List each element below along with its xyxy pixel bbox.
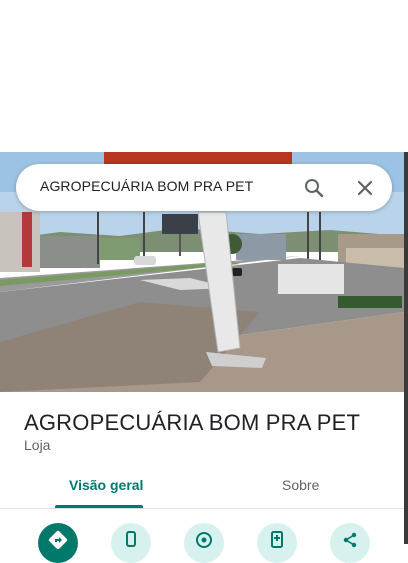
save-icon — [271, 531, 283, 548]
tab-overview[interactable]: Visão geral — [69, 477, 143, 493]
tab-about[interactable]: Sobre — [282, 477, 319, 493]
place-title: AGROPECUÁRIA BOM PRA PET — [24, 410, 361, 435]
search-bar[interactable]: AGROPECUÁRIA BOM PRA PET — [16, 164, 392, 211]
save-button[interactable] — [257, 523, 297, 563]
phone-icon — [126, 531, 136, 547]
call-button[interactable] — [111, 523, 151, 563]
nearby-button[interactable] — [184, 523, 224, 563]
blank-header-area — [0, 0, 408, 152]
search-input[interactable]: AGROPECUÁRIA BOM PRA PET — [40, 178, 253, 194]
place-category: Loja — [24, 437, 51, 453]
tab-bar: Visão geral Sobre — [0, 468, 404, 509]
share-icon — [343, 532, 357, 548]
scrollbar[interactable] — [404, 152, 408, 544]
close-icon[interactable] — [353, 176, 377, 200]
directions-icon — [48, 530, 68, 550]
active-tab-indicator — [55, 505, 143, 508]
search-icon[interactable] — [302, 176, 326, 200]
directions-button[interactable] — [38, 523, 78, 563]
share-button[interactable] — [330, 523, 370, 563]
location-icon — [196, 532, 212, 548]
